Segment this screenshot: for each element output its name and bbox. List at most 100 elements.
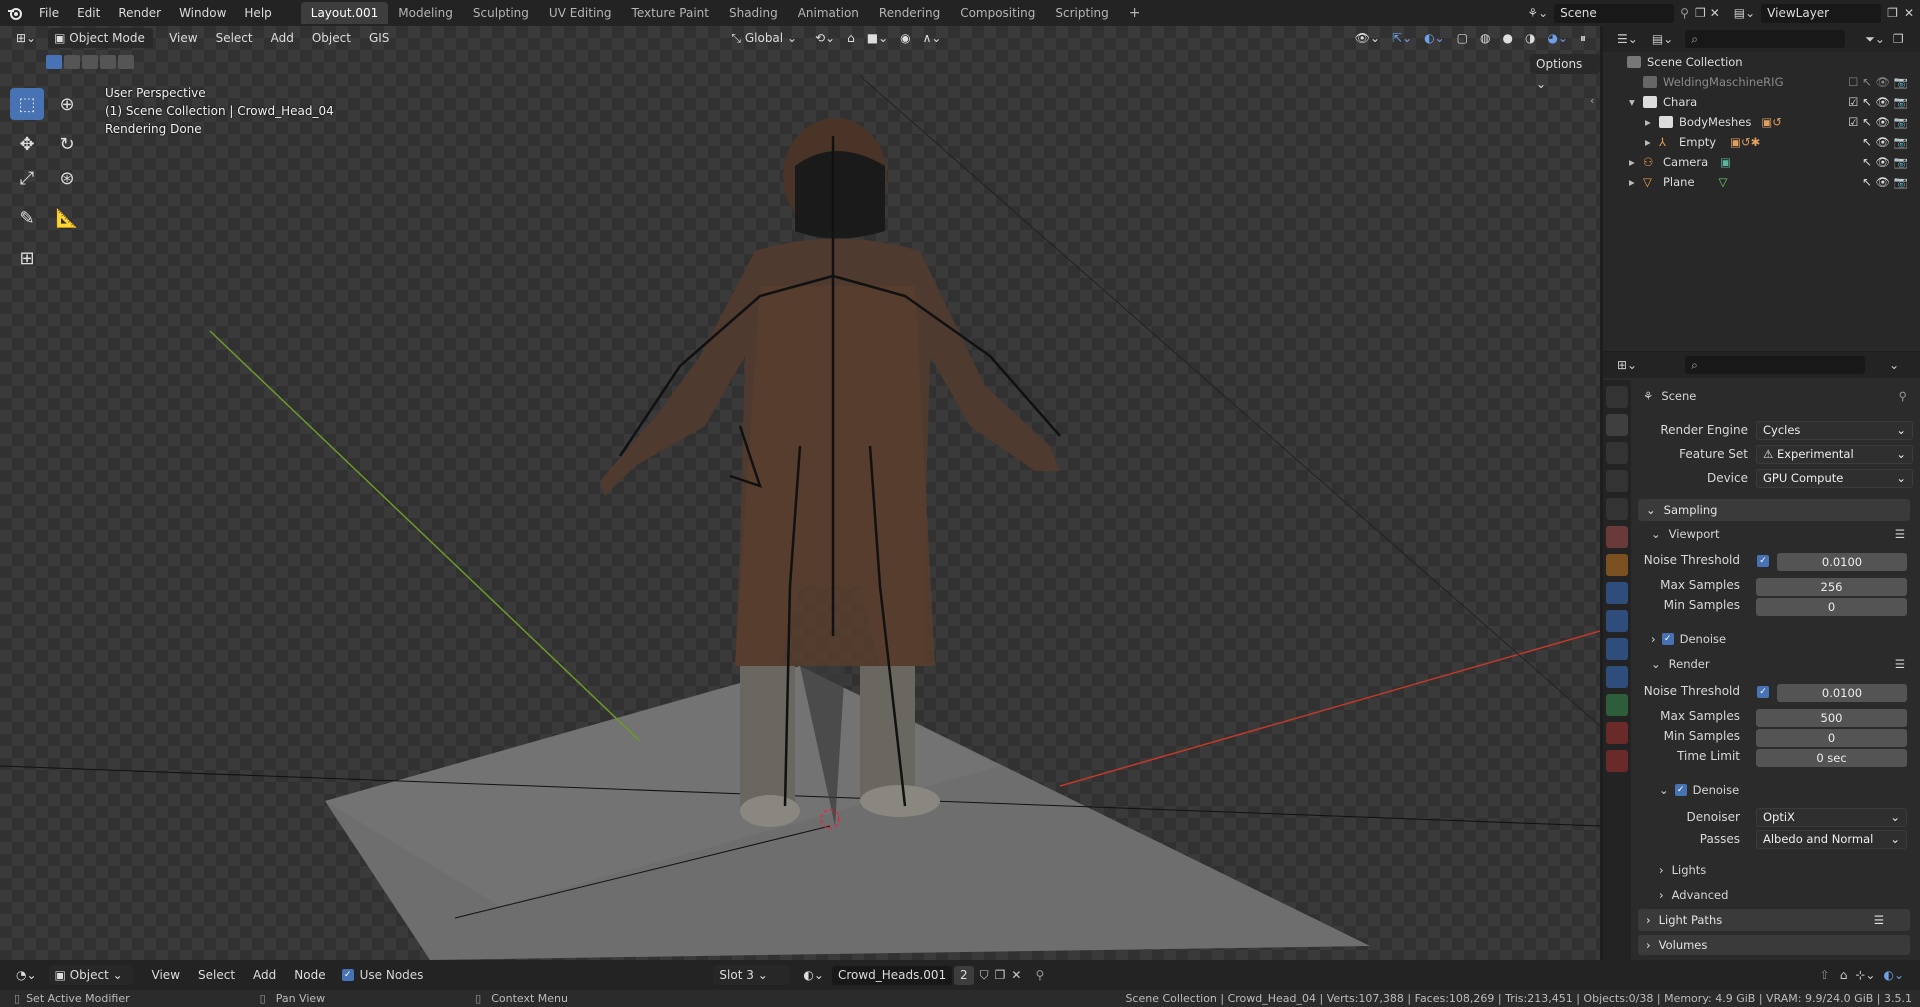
vp-denoise-subpanel[interactable]: › ✓ Denoise [1651,629,1913,649]
overlay-icon[interactable]: ◐⌄ [1418,28,1451,48]
slot-dropdown[interactable]: Slot 3 ⌄ [713,965,790,985]
data-tab-icon[interactable] [1606,694,1628,716]
volumes-panel[interactable]: › Volumes [1638,935,1910,955]
expand-arrow-icon[interactable]: ▸ [1629,155,1643,169]
row-toggles[interactable]: ☐ ↖ 👁 📷 [1848,75,1908,89]
add-cube-tool-icon[interactable]: ⊞ [10,242,44,274]
world-tab-icon[interactable] [1606,526,1628,548]
tab-compositing[interactable]: Compositing [950,2,1045,24]
material-name-field[interactable]: Crowd_Heads.001 [831,965,952,985]
pause-icon[interactable]: ⏸ [1574,28,1592,48]
tab-scripting[interactable]: Scripting [1045,2,1118,24]
expand-arrow-icon[interactable]: ▸ [1629,175,1643,189]
shader-menu-add[interactable]: Add [247,965,282,985]
blender-logo-icon[interactable] [0,0,30,26]
expand-arrow-icon[interactable]: ▾ [1629,95,1643,109]
denoiser-dropdown[interactable]: OptiX ⌄ [1756,808,1907,827]
outliner-row-scene-collection[interactable]: Scene Collection [1603,52,1920,72]
xray-icon[interactable]: ▢ [1451,28,1474,48]
use-nodes-checkbox[interactable]: ✓ [341,969,354,981]
scene-name-field[interactable]: Scene [1554,3,1675,23]
snap-target-icon[interactable]: ■⌄ [861,28,894,48]
transform-tool-icon[interactable]: ⊛ [50,162,84,194]
list-icon[interactable]: ☰ [1895,527,1905,541]
shader-object-dropdown[interactable]: ▣ Object ⌄ [48,965,134,985]
r-noise-threshold-field[interactable]: 0.0100 [1777,684,1907,702]
select-box-tool-icon[interactable]: ⬚ [10,88,44,120]
fake-user-icon[interactable]: ⛉ [980,968,989,983]
pin-icon[interactable]: ⚲ [1899,389,1907,403]
render-tab-icon[interactable] [1606,414,1628,436]
add-workspace-button[interactable]: + [1119,2,1151,24]
move-tool-icon[interactable]: ✥ [10,128,44,160]
new-scene-icon[interactable]: ❐ [1695,6,1706,20]
delete-scene-icon[interactable]: ✕ [1710,6,1720,20]
list-icon[interactable]: ☰ [1874,913,1884,927]
shading-solid-icon[interactable]: ● [1496,28,1518,48]
options-dropdown[interactable]: Options ⌄ [1530,54,1600,91]
snap-target-icon[interactable]: ⊹⌄ [1855,968,1875,982]
material-tab-icon[interactable] [1606,722,1628,744]
new-collection-icon[interactable]: ❐ [1893,32,1904,46]
r-denoise-subpanel-header[interactable]: ⌄ ✓ Denoise [1659,780,1913,800]
tool-tab-icon[interactable] [1606,386,1628,408]
feature-set-dropdown[interactable]: ⚠ Experimental ⌄ [1756,445,1913,464]
tab-modeling[interactable]: Modeling [388,2,463,24]
menu-add[interactable]: Add [265,28,300,48]
outliner-row-camera[interactable]: ▸ ⚇ Camera ▣ ↖ 👁 📷 [1603,152,1920,172]
time-limit-field[interactable]: 0 sec [1756,749,1907,767]
visibility-icon[interactable]: 👁⌄ [1349,28,1386,48]
view-layer-icon[interactable]: ▤⌄ [1734,6,1755,20]
outliner-editor-type-icon[interactable]: ☰⌄ [1617,32,1638,46]
falloff-icon[interactable]: ∧⌄ [917,28,948,48]
properties-search-input[interactable]: ⌕ [1685,356,1866,374]
menu-view[interactable]: View [163,28,203,48]
menu-edit[interactable]: Edit [68,0,109,26]
tab-animation[interactable]: Animation [788,2,869,24]
menu-render[interactable]: Render [109,0,170,26]
shading-material-icon[interactable]: ◑ [1519,28,1541,48]
snap-icon[interactable]: ⌂ [841,28,861,48]
light-paths-panel[interactable]: › Light Paths ☰ [1638,909,1910,931]
shader-menu-node[interactable]: Node [288,965,331,985]
view-layer-field[interactable]: ViewLayer [1761,3,1882,23]
scene-icon[interactable]: ⚘⌄ [1527,6,1548,20]
menu-help[interactable]: Help [235,0,280,26]
r-max-samples-field[interactable]: 500 [1756,709,1907,727]
shading-wireframe-icon[interactable]: ◍ [1474,28,1496,48]
outliner-row-chara[interactable]: ▾ Chara ☑ ↖ 👁 📷 [1603,92,1920,112]
material-users-count[interactable]: 2 [953,965,974,985]
vp-max-samples-field[interactable]: 256 [1756,578,1907,596]
shader-editor-type-icon[interactable]: ◔⌄ [10,965,43,985]
sidebar-toggle-icon[interactable]: ‹ [1590,94,1594,107]
row-toggles[interactable]: ↖ 👁 📷 [1862,175,1908,189]
shader-menu-view[interactable]: View [146,965,186,985]
annotate-tool-icon[interactable]: ✎ [10,202,44,234]
device-dropdown[interactable]: GPU Compute ⌄ [1756,469,1913,488]
menu-file[interactable]: File [30,0,68,26]
duplicate-material-icon[interactable]: ❐ [995,968,1006,982]
menu-gis[interactable]: GIS [363,28,395,48]
delete-view-layer-icon[interactable]: ✕ [1904,6,1914,20]
row-toggles[interactable]: ↖ 👁 📷 [1862,155,1908,169]
row-toggles[interactable]: ☑ ↖ 👁 📷 [1848,95,1908,109]
modifier-tab-icon[interactable] [1606,582,1628,604]
render-subpanel-header[interactable]: ⌄ Render ☰ [1651,654,1913,674]
proportional-edit-icon[interactable]: ◉ [894,28,916,48]
scene-tab-icon[interactable] [1606,498,1628,520]
tab-sculpting[interactable]: Sculpting [463,2,539,24]
vp-noise-threshold-field[interactable]: 0.0100 [1777,553,1907,571]
particles-tab-icon[interactable] [1606,610,1628,632]
advanced-subpanel[interactable]: › Advanced [1659,885,1913,905]
passes-dropdown[interactable]: Albedo and Normal ⌄ [1756,830,1907,849]
constraints-tab-icon[interactable] [1606,666,1628,688]
tab-uv-editing[interactable]: UV Editing [539,2,622,24]
new-view-layer-icon[interactable]: ❐ [1887,6,1898,20]
vp-min-samples-field[interactable]: 0 [1756,598,1907,616]
display-mode-icon[interactable]: ▤⌄ [1652,32,1673,46]
outliner-search-input[interactable]: ⌕ [1685,30,1846,48]
r-denoise-checkbox[interactable]: ✓ [1674,784,1687,796]
use-nodes-toggle[interactable]: ✓ Use Nodes [341,968,423,982]
menu-window[interactable]: Window [170,0,235,26]
viewport-subpanel-header[interactable]: ⌄ Viewport ☰ [1651,524,1913,544]
